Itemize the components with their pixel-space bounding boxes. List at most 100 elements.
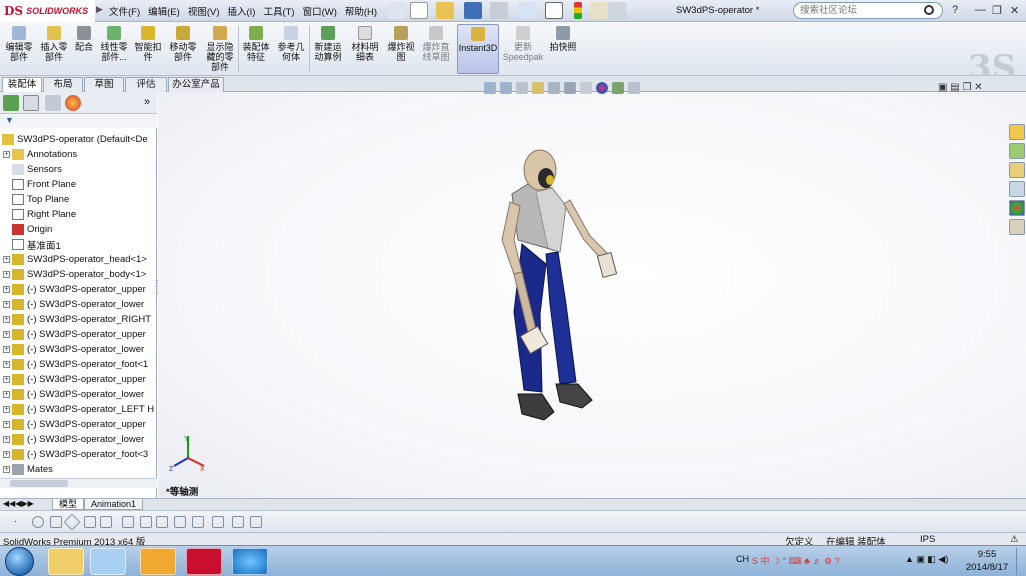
previous-view-icon[interactable]: [516, 82, 528, 94]
tree-item[interactable]: Front Plane: [0, 177, 157, 192]
fillet-icon[interactable]: [192, 516, 204, 528]
mate-button[interactable]: 配合: [72, 24, 96, 74]
appearances-icon[interactable]: [1009, 200, 1025, 216]
tree-item[interactable]: + (-) SW3dPS-operator_lower: [0, 432, 157, 447]
tab-scroll-arrows-icon[interactable]: ◀◀◀▶▶: [3, 499, 34, 508]
file-properties-icon[interactable]: [590, 2, 608, 19]
menu-insert[interactable]: 插入(I): [223, 4, 259, 18]
section-view-icon[interactable]: [532, 82, 544, 94]
new-motion-study-button[interactable]: 新建运 动算例: [311, 24, 345, 74]
tab-layout[interactable]: 布局: [43, 77, 83, 92]
configuration-manager-tab-icon[interactable]: [45, 95, 61, 111]
sketch-point-icon[interactable]: ·: [14, 516, 26, 528]
expand-toggle-icon[interactable]: +: [3, 271, 10, 278]
grid-icon[interactable]: [232, 516, 244, 528]
tree-item[interactable]: + Mates: [0, 462, 157, 477]
tree-item[interactable]: + (-) SW3dPS-operator_LEFT H: [0, 402, 157, 417]
cross-icon[interactable]: [84, 516, 96, 528]
expand-toggle-icon[interactable]: +: [3, 151, 10, 158]
trim-icon[interactable]: [140, 516, 152, 528]
menu-help[interactable]: 帮助(H): [341, 4, 381, 18]
options-icon[interactable]: [608, 2, 626, 19]
save-icon[interactable]: [464, 2, 482, 19]
tree-item[interactable]: + (-) SW3dPS-operator_lower: [0, 297, 157, 312]
property-manager-tab-icon[interactable]: [23, 95, 39, 111]
feature-tree-tab-icon[interactable]: [3, 95, 19, 111]
update-speedpak-button[interactable]: 更新 Speedpak: [502, 24, 544, 74]
filter-icon[interactable]: ▼: [5, 115, 14, 125]
expand-toggle-icon[interactable]: +: [3, 451, 10, 458]
mirror-icon[interactable]: [212, 516, 224, 528]
ime-icon[interactable]: S 中 ☽ ° ⌨ ♣ ♬ ⚙ ?: [752, 554, 840, 567]
scroll-thumb[interactable]: [10, 480, 68, 487]
tree-item[interactable]: Right Plane: [0, 207, 157, 222]
expand-toggle-icon[interactable]: +: [3, 346, 10, 353]
explorer-taskbar-icon[interactable]: [48, 548, 84, 575]
tab-animation1[interactable]: Animation1: [84, 499, 144, 510]
tree-item[interactable]: + (-) SW3dPS-operator_upper: [0, 282, 157, 297]
tree-item[interactable]: + (-) SW3dPS-operator_RIGHT: [0, 312, 157, 327]
expand-toggle-icon[interactable]: +: [3, 256, 10, 263]
menu-edit[interactable]: 编辑(E): [144, 4, 184, 18]
tree-item[interactable]: + Annotations: [0, 147, 157, 162]
instant3d-button[interactable]: Instant3D: [457, 24, 499, 74]
tree-item[interactable]: + (-) SW3dPS-operator_upper: [0, 417, 157, 432]
menu-tools[interactable]: 工具(T): [259, 4, 298, 18]
tab-assembly[interactable]: 装配体: [2, 77, 42, 92]
triangle-icon[interactable]: [250, 516, 262, 528]
print-icon[interactable]: [490, 2, 508, 19]
tree-item[interactable]: + SW3dPS-operator_body<1>: [0, 267, 157, 282]
home-icon[interactable]: [1009, 124, 1025, 140]
smart-fastener-button[interactable]: 智能扣 件: [133, 24, 163, 74]
solidworks-logo[interactable]: DS SOLIDWORKS: [0, 0, 95, 22]
smart-dimension-icon[interactable]: [122, 516, 134, 528]
view-orientation-icon[interactable]: [548, 82, 560, 94]
tab-model[interactable]: 模型: [52, 499, 85, 510]
tab-sketch[interactable]: 草图: [84, 77, 124, 92]
insert-part-button[interactable]: 插入零 部件: [38, 24, 70, 74]
rebuild-icon[interactable]: [574, 2, 582, 19]
tree-item[interactable]: 基准面1: [0, 237, 157, 252]
search-icon[interactable]: [924, 5, 934, 15]
tab-evaluate[interactable]: 评估: [125, 77, 167, 92]
search-field[interactable]: [793, 2, 943, 19]
design-library-icon[interactable]: [1009, 143, 1025, 159]
offset-icon[interactable]: [156, 516, 168, 528]
pin-menu-icon[interactable]: [388, 2, 406, 19]
expand-toggle-icon[interactable]: +: [3, 421, 10, 428]
line-icon[interactable]: [50, 516, 62, 528]
edit-appearance-icon[interactable]: [596, 82, 608, 94]
tree-item[interactable]: + (-) SW3dPS-operator_foot<3: [0, 447, 157, 462]
expand-toggle-icon[interactable]: +: [3, 391, 10, 398]
custom-properties-icon[interactable]: [1009, 219, 1025, 235]
exploded-view-button[interactable]: 爆炸视 图: [385, 24, 417, 74]
show-desktop-button[interactable]: [1016, 548, 1026, 575]
logo-menu-arrow-icon[interactable]: ▶: [96, 4, 103, 15]
menu-view[interactable]: 视图(V): [184, 4, 224, 18]
bom-button[interactable]: 材料明 细表: [349, 24, 381, 74]
assembly-feature-button[interactable]: 装配体 特征: [240, 24, 272, 74]
menu-window[interactable]: 窗口(W): [299, 4, 341, 18]
expand-toggle-icon[interactable]: +: [3, 286, 10, 293]
tab-office-products[interactable]: 办公室产品: [168, 77, 224, 92]
view-palette-icon[interactable]: [1009, 181, 1025, 197]
move-part-button[interactable]: 移动零 部件: [166, 24, 200, 74]
tree-item[interactable]: + (-) SW3dPS-operator_lower: [0, 387, 157, 402]
take-snapshot-button[interactable]: 拍快照: [547, 24, 579, 74]
edit-part-button[interactable]: 编辑零 部件: [4, 24, 34, 74]
tree-item[interactable]: Top Plane: [0, 192, 157, 207]
expand-toggle-icon[interactable]: +: [3, 331, 10, 338]
hide-show-items-icon[interactable]: [580, 82, 592, 94]
tree-item[interactable]: + (-) SW3dPS-operator_upper: [0, 372, 157, 387]
show-hidden-parts-button[interactable]: 显示隐 藏的零 部件: [203, 24, 237, 74]
minimize-window-icon[interactable]: —: [975, 4, 986, 16]
expand-panel-icon[interactable]: »: [144, 96, 150, 108]
linear-pattern-button[interactable]: 线性零 部件...: [98, 24, 130, 74]
zoom-to-fit-icon[interactable]: [484, 82, 496, 94]
help-icon[interactable]: ?: [952, 4, 958, 16]
outlook-taskbar-icon[interactable]: [140, 548, 176, 575]
tree-item[interactable]: + (-) SW3dPS-operator_upper: [0, 327, 157, 342]
start-button-icon[interactable]: [5, 547, 34, 576]
expand-toggle-icon[interactable]: +: [3, 301, 10, 308]
restore-window-icon[interactable]: ❐: [992, 4, 1002, 17]
